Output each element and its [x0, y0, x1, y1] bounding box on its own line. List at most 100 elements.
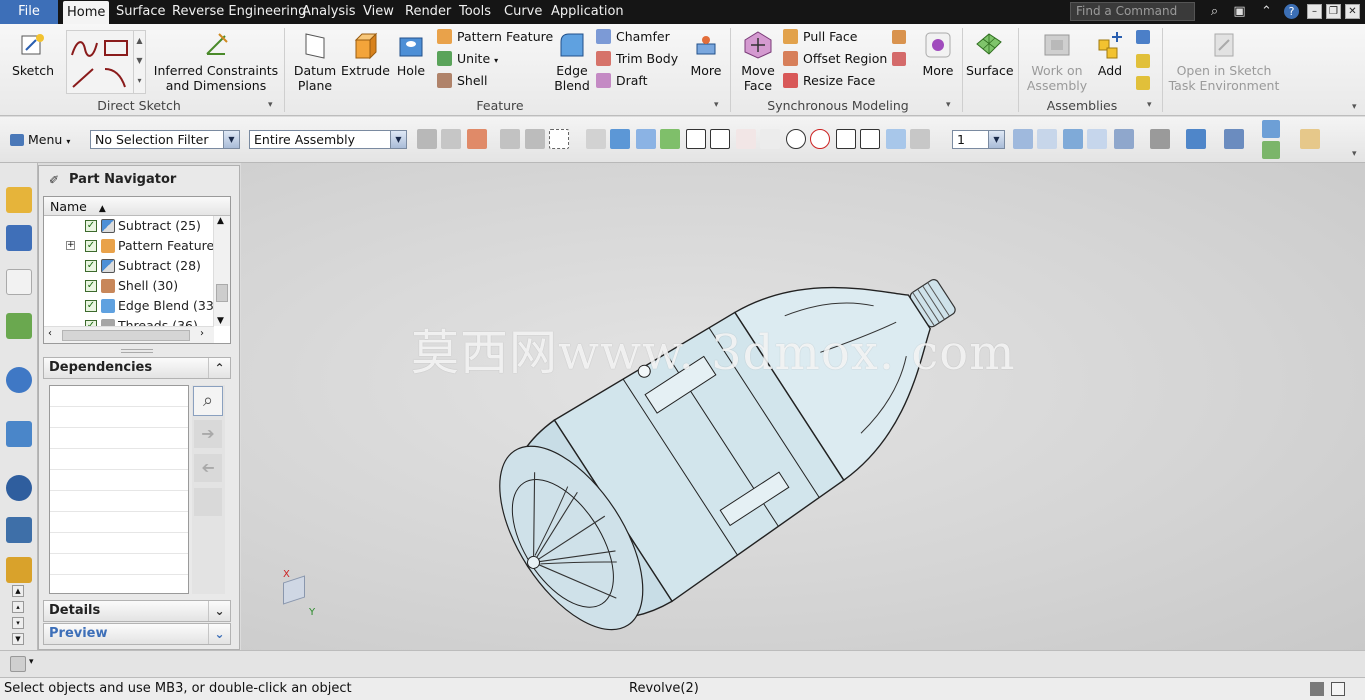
menu-button[interactable]: Menu ▾ — [10, 130, 72, 150]
arrow-right-icon[interactable]: ➔ — [194, 420, 222, 448]
draft-button[interactable]: Draft — [596, 71, 648, 91]
help-icon[interactable]: ? — [1284, 4, 1299, 19]
scroll-thumb[interactable] — [62, 330, 190, 341]
assemblies-group-options-icon[interactable]: ▾ — [1147, 100, 1152, 110]
visibility-checkbox[interactable]: ✓ — [85, 260, 97, 272]
view-section-icon[interactable] — [1224, 129, 1244, 149]
show-hide-icon[interactable] — [1262, 141, 1280, 159]
pattern-component-icon[interactable] — [1136, 76, 1150, 90]
hole-button[interactable]: Hole — [392, 30, 430, 78]
gallery-scroll[interactable]: ▲ ▼ ▾ — [133, 31, 145, 93]
ribbon-options-icon[interactable]: ▾ — [1352, 102, 1357, 112]
trim-body-button[interactable]: Trim Body — [596, 49, 678, 69]
details-panel-header[interactable]: Details ⌄ — [43, 600, 231, 622]
edge-blend-button[interactable]: Edge Blend — [552, 30, 592, 93]
tab-render[interactable]: Render — [401, 0, 455, 24]
scroll-thumb[interactable] — [216, 284, 228, 302]
chevron-up-icon[interactable]: ⌃ — [208, 358, 230, 378]
close-window-button[interactable]: ✕ — [1345, 4, 1360, 19]
minimize-window-button[interactable]: – — [1307, 4, 1322, 19]
unite-dropdown-icon[interactable]: ▾ — [494, 56, 498, 65]
tab-curve[interactable]: Curve — [500, 0, 546, 24]
tab-application[interactable]: Application — [547, 0, 628, 24]
scroll-up-icon[interactable]: ▲ — [217, 216, 224, 226]
assembly-navigator-icon[interactable] — [6, 187, 32, 213]
scroll-top-icon[interactable]: ▲ — [12, 585, 24, 597]
snap-midpoint-icon[interactable] — [710, 129, 730, 149]
tab-surface[interactable]: Surface — [112, 0, 170, 24]
snap-on-curve-icon[interactable] — [860, 129, 880, 149]
visibility-checkbox[interactable]: ✓ — [85, 240, 97, 252]
datum-plane-button[interactable]: Datum Plane — [290, 30, 340, 93]
quick-pick-icon[interactable] — [10, 656, 26, 672]
visibility-checkbox[interactable]: ✓ — [85, 220, 97, 232]
scroll-bottom-icon[interactable]: ▼ — [12, 633, 24, 645]
tree-row[interactable]: ✓ Edge Blend (33) — [44, 296, 219, 316]
scroll-down-icon[interactable]: ▾ — [12, 617, 24, 629]
status-mode-icon[interactable] — [1310, 682, 1324, 696]
snap-endpoint-icon[interactable] — [686, 129, 706, 149]
fit-view-icon[interactable] — [1013, 129, 1033, 149]
rectangle-select-icon[interactable] — [549, 129, 569, 149]
delete-face-icon[interactable] — [892, 52, 906, 66]
selection-scope-dropdown[interactable]: Entire Assembly ▼ — [249, 130, 407, 149]
tree-row[interactable]: ✓ Threads (36) — [44, 316, 212, 326]
arrow-left-icon[interactable]: ➔ — [194, 454, 222, 482]
tree-row[interactable]: ✓ Subtract (28) — [44, 256, 212, 276]
orient-view-icon[interactable] — [1114, 129, 1134, 149]
select-component-icon[interactable] — [660, 129, 680, 149]
tree-row[interactable]: ✓ Subtract (25) — [44, 216, 212, 236]
shell-button[interactable]: Shell — [437, 71, 488, 91]
command-finder-input[interactable]: Find a Command — [1070, 2, 1195, 21]
chamfer-button[interactable]: Chamfer — [596, 27, 670, 47]
allow-selection-icon[interactable] — [500, 129, 520, 149]
move-component-icon[interactable] — [1136, 54, 1150, 68]
tab-view[interactable]: View — [359, 0, 398, 24]
snap-control-point-icon[interactable] — [736, 129, 756, 149]
sync-group-options-icon[interactable]: ▾ — [946, 100, 951, 110]
snap-on-face-icon[interactable] — [886, 129, 906, 149]
tree-view-icon[interactable] — [194, 488, 222, 516]
feature-more-button[interactable]: More — [686, 30, 726, 78]
tab-reverse-engineering[interactable]: Reverse Engineering — [168, 0, 310, 24]
tree-row[interactable]: + ✓ Pattern Feature — [44, 236, 214, 256]
graphics-window[interactable]: 莫西网www. 3dmox. com X Y — [241, 163, 1365, 650]
roles-icon[interactable] — [6, 557, 32, 583]
offset-region-button[interactable]: Offset Region — [783, 49, 887, 69]
work-on-assembly-button[interactable]: Work on Assembly — [1026, 30, 1088, 93]
select-feature-icon[interactable] — [417, 129, 437, 149]
toolbar-options-icon[interactable]: ▾ — [1352, 149, 1357, 159]
unite-button[interactable]: Unite ▾ — [437, 49, 498, 69]
expand-icon[interactable]: + — [66, 241, 75, 250]
name-column-header[interactable]: Name ▲ — [44, 197, 230, 216]
visibility-checkbox[interactable]: ✓ — [85, 300, 97, 312]
snap-center-icon[interactable] — [786, 129, 806, 149]
visibility-checkbox[interactable]: ✓ — [85, 280, 97, 292]
hd3d-tools-icon[interactable] — [6, 367, 32, 393]
snap-bounded-icon[interactable] — [910, 129, 930, 149]
scroll-down-icon[interactable]: ▼ — [217, 316, 224, 326]
tree-horizontal-scrollbar[interactable]: ‹ › — [44, 326, 214, 343]
pattern-feature-button[interactable]: Pattern Feature — [437, 27, 553, 47]
scroll-left-icon[interactable]: ‹ — [48, 328, 52, 339]
work-layer-dropdown[interactable]: 1 ▼ — [952, 130, 1005, 149]
pin-icon[interactable]: ✐ — [49, 167, 59, 194]
bottle-model[interactable] — [241, 163, 1365, 650]
tab-home[interactable]: Home — [63, 1, 110, 24]
measure-icon[interactable] — [1300, 129, 1320, 149]
snap-quadrant-icon[interactable] — [810, 129, 830, 149]
surface-button[interactable]: Surface — [966, 30, 1014, 78]
chevron-down-icon[interactable]: ⌄ — [208, 601, 230, 621]
fullscreen-icon[interactable]: ▣ — [1231, 3, 1248, 20]
tree-vertical-scrollbar[interactable]: ▲ ▼ — [213, 216, 230, 326]
move-face-button[interactable]: Move Face — [736, 30, 780, 93]
select-general-icon[interactable] — [441, 129, 461, 149]
selection-filter-dropdown[interactable]: No Selection Filter ▼ — [90, 130, 240, 149]
snap-existing-point-icon[interactable] — [836, 129, 856, 149]
pan-icon[interactable] — [1087, 129, 1107, 149]
magnifier-icon[interactable]: ⌕ — [193, 386, 223, 416]
replace-face-icon[interactable] — [892, 30, 906, 44]
file-menu-button[interactable]: File — [0, 0, 58, 24]
view-triad[interactable]: X Y — [275, 569, 325, 619]
scroll-right-icon[interactable]: › — [200, 328, 204, 339]
